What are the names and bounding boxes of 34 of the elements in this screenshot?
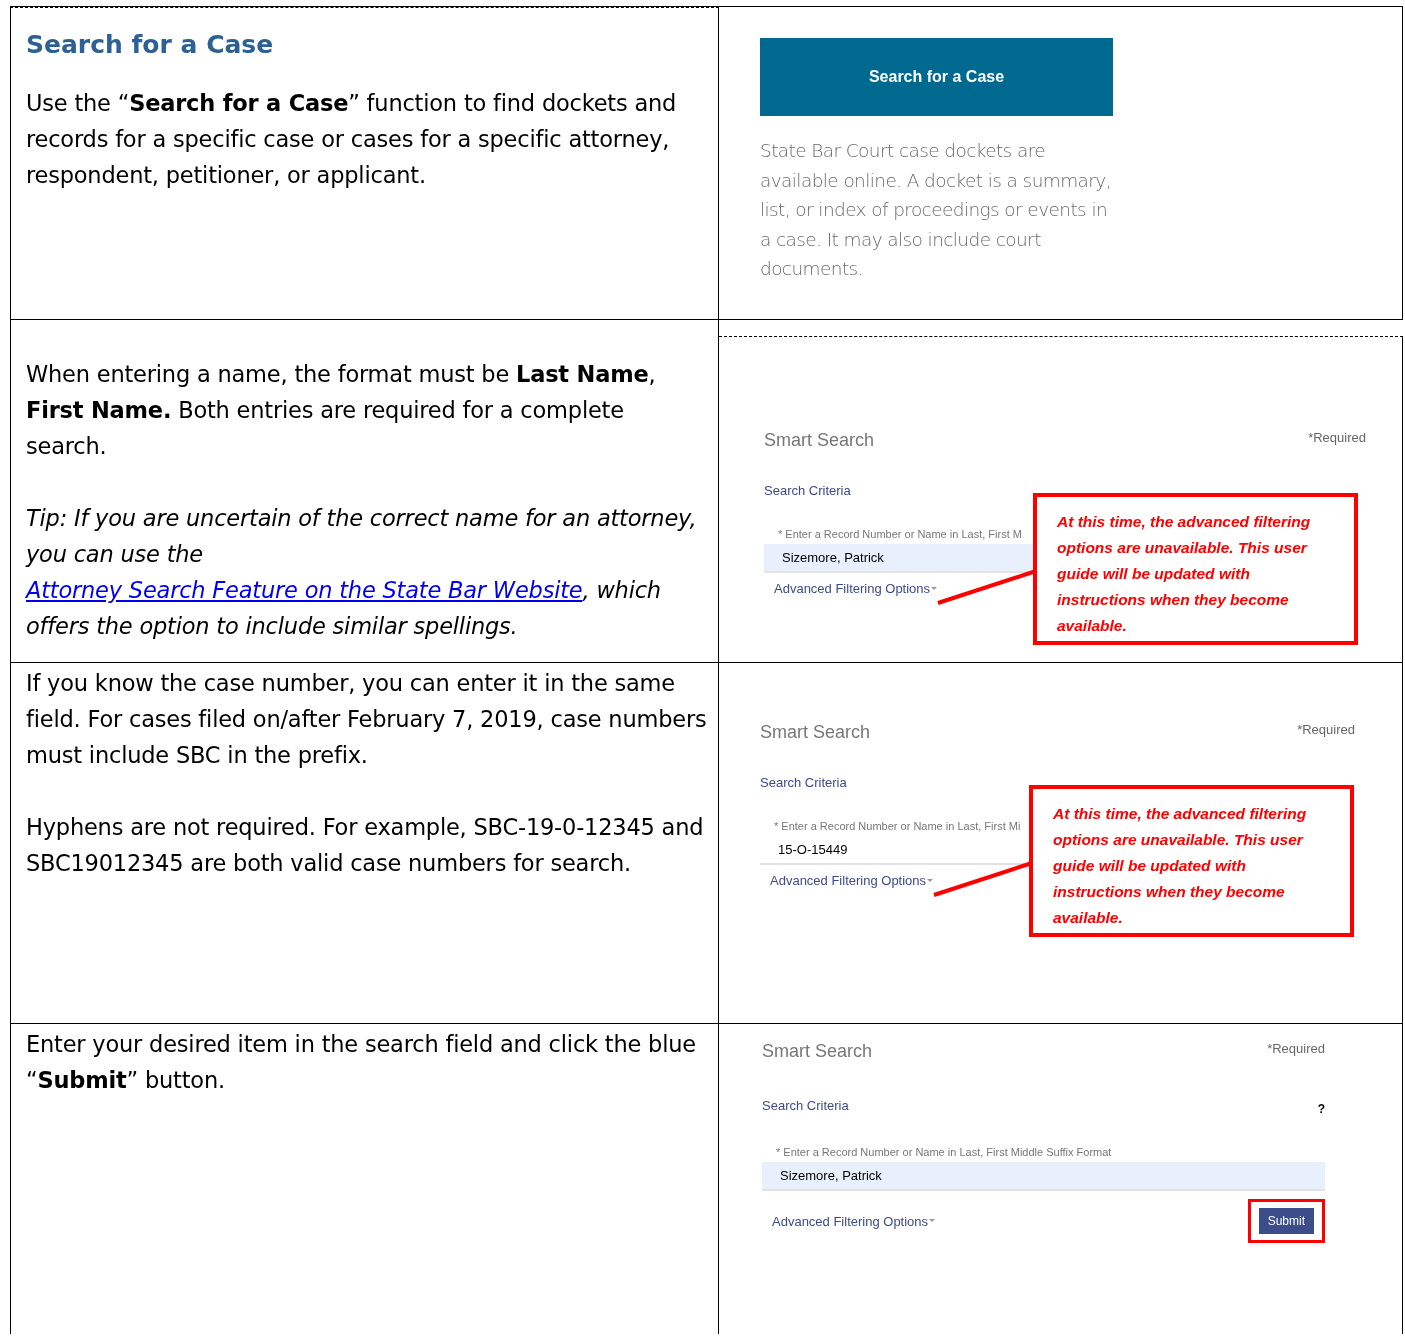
search-criteria-label: Search Criteria	[762, 1097, 849, 1113]
advanced-filtering-link[interactable]: Advanced Filtering Options	[774, 581, 938, 596]
callout-note: At this time, the advanced filtering options are unavailable. This user guide will be updated with instructions when they become available.	[1029, 785, 1354, 937]
help-icon[interactable]: ?	[1317, 1102, 1325, 1116]
search-criteria-label: Search Criteria	[760, 775, 847, 790]
smart-search-title: Smart Search	[760, 722, 871, 743]
field-label: * Enter a Record Number or Name in Last, First Middle Suffix Format	[776, 1146, 1113, 1158]
search-criteria-label: Search Criteria	[764, 483, 851, 498]
paragraph: Use the “Search for a Case” function to find dockets and records for a specific case or cases for a specific attorney, respondent, petitioner, or applicant.	[26, 89, 678, 190]
smart-search-title: Smart Search	[762, 1041, 873, 1062]
caret-icon	[931, 586, 938, 591]
callout-note: At this time, the advanced filtering options are unavailable. This user guide will be updated with instructions when they become available.	[1033, 493, 1358, 645]
advanced-filtering-link[interactable]: Advanced Filtering Options	[772, 1213, 936, 1229]
paragraph: When entering a name, the format must be Last Name, First Name. Both entries are required for a complete search.	[26, 360, 657, 461]
required-note: *Required	[1297, 722, 1355, 737]
paragraph: If you know the case number, you can enter it in the same field. For cases filed on/after February 7, 2019, case numbers must include SBC in the prefix.	[26, 669, 708, 770]
search-case-button[interactable]: Search for a Case	[760, 38, 1113, 116]
paragraph: Enter your desired item in the search field and click the blue “Submit” button.	[26, 1030, 697, 1095]
caret-icon	[927, 878, 934, 883]
search-field[interactable]: Sizemore, Patrick	[764, 544, 1033, 573]
paragraph: Hyphens are not required. For example, SBC-19-0-12345 and SBC19012345 are both valid case numbers for search.	[26, 813, 705, 878]
submit-button[interactable]: Submit	[1258, 1208, 1314, 1234]
tip-paragraph: Tip: If you are uncertain of the correct name for an attorney, you can use the Attorney Search Feature on the State Bar Website, which offers the option to include similar spellings.	[26, 504, 698, 641]
search-field[interactable]: Sizemore, Patrick	[762, 1162, 1325, 1191]
field-label: * Enter a Record Number or Name in Last, First Mi	[774, 820, 1022, 832]
required-note: *Required	[1267, 1041, 1325, 1056]
description-text: State Bar Court case dockets are available online. A docket is a summary, list, or index of proceedings or events in a case. It may also include court documents.	[760, 139, 1112, 281]
caret-icon	[929, 1219, 936, 1223]
advanced-filtering-link[interactable]: Advanced Filtering Options	[770, 873, 934, 888]
required-note: *Required	[1308, 430, 1366, 445]
smart-search-title: Smart Search	[764, 430, 875, 451]
field-label: * Enter a Record Number or Name in Last, First M	[778, 528, 1023, 540]
attorney-search-link[interactable]: Attorney Search Feature on the State Bar Website	[26, 577, 583, 603]
section-heading: Search for a Case	[26, 30, 275, 59]
